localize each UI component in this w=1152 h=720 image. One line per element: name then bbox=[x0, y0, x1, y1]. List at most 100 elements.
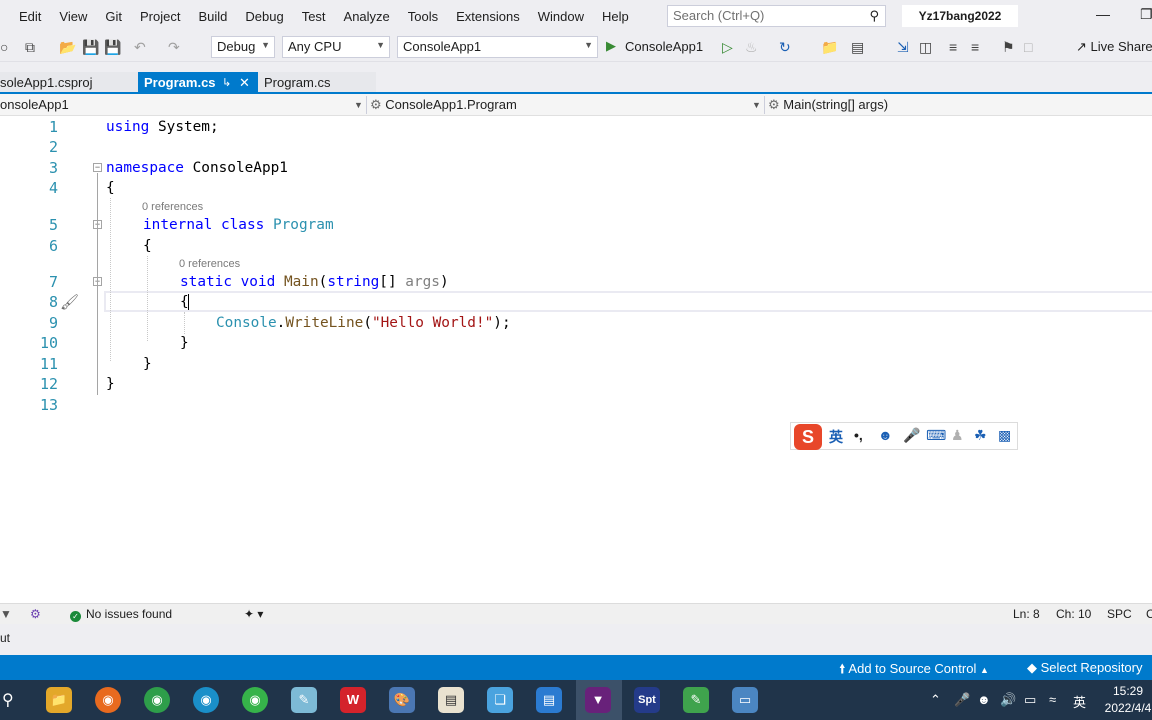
layout-icon[interactable]: ▤ bbox=[851, 39, 864, 55]
snipping-tool-icon[interactable]: ❏ bbox=[487, 687, 513, 713]
step-icon[interactable]: ⇲ bbox=[897, 39, 909, 55]
ime-language-indicator[interactable]: 英 bbox=[1073, 692, 1086, 711]
member-dropdown[interactable]: ⚙ Main(string[] args) bbox=[768, 94, 1152, 116]
chevron-down-icon: ▼ bbox=[261, 40, 270, 50]
startup-project-select[interactable]: ConsoleApp1 ▼ bbox=[397, 36, 598, 58]
menu-project[interactable]: Project bbox=[131, 0, 189, 33]
back-icon[interactable]: ○ bbox=[0, 39, 8, 55]
folder-icon[interactable]: 📁 bbox=[821, 39, 838, 55]
bookmark-icon[interactable]: ⚑ bbox=[1002, 39, 1015, 55]
menu-edit[interactable]: Edit bbox=[0, 0, 50, 33]
collapse-namespace-icon[interactable]: − bbox=[93, 163, 102, 172]
show-hidden-icons-icon[interactable]: ⌃ bbox=[930, 692, 941, 708]
save-all-icon[interactable]: 💾 bbox=[104, 39, 121, 55]
menu-tools[interactable]: Tools bbox=[399, 0, 447, 33]
hot-reload-icon[interactable]: ♨ bbox=[745, 39, 758, 55]
quick-actions-brush-icon[interactable]: 🖌 bbox=[60, 293, 79, 311]
emoji-icon[interactable]: ☻ bbox=[878, 427, 893, 443]
battery-icon[interactable]: ▭ bbox=[1024, 692, 1036, 708]
app-window-icon[interactable]: ▭ bbox=[732, 687, 758, 713]
whitespace-mode[interactable]: SPC bbox=[1107, 607, 1132, 621]
grid-menu-icon[interactable]: ▩ bbox=[998, 427, 1011, 444]
platform-select[interactable]: Any CPU ▼ bbox=[282, 36, 390, 58]
file-explorer-icon[interactable]: 📁 bbox=[46, 687, 72, 713]
add-to-source-control-button[interactable]: 🠙 Add to Source Control ▲ bbox=[839, 660, 989, 682]
live-share-button[interactable]: ↗ Live Share bbox=[1076, 39, 1152, 55]
indent-icon[interactable]: ≡ bbox=[949, 39, 957, 55]
menu-git[interactable]: Git bbox=[96, 0, 131, 33]
menu-analyze[interactable]: Analyze bbox=[335, 0, 399, 33]
keyboard-icon[interactable]: ⌨ bbox=[926, 427, 946, 444]
volume-icon[interactable]: 🔊 bbox=[1000, 692, 1016, 708]
menu-help[interactable]: Help bbox=[593, 0, 638, 33]
sogou-logo[interactable]: S bbox=[794, 424, 822, 450]
menu-debug[interactable]: Debug bbox=[236, 0, 292, 33]
notes-icon[interactable]: ▤ bbox=[438, 687, 464, 713]
undo-icon[interactable]: ↶ bbox=[134, 39, 146, 55]
system-clock[interactable]: 15:29 2022/4/4 bbox=[1098, 683, 1152, 717]
skin-icon[interactable]: ☘ bbox=[974, 427, 987, 444]
menu-test[interactable]: Test bbox=[293, 0, 335, 33]
menu-extensions[interactable]: Extensions bbox=[447, 0, 529, 33]
output-tab[interactable]: ut bbox=[0, 631, 10, 645]
column-indicator[interactable]: Ch: 10 bbox=[1056, 607, 1091, 621]
issues-indicator[interactable]: ✓ No issues found bbox=[70, 607, 172, 622]
microphone-icon[interactable]: 🎤 bbox=[954, 692, 970, 708]
qq-icon[interactable]: ☻ bbox=[977, 692, 991, 707]
wifi-icon[interactable]: ≈ bbox=[1049, 692, 1056, 707]
chrome-icon[interactable]: ◉ bbox=[144, 687, 170, 713]
codelens-references-method[interactable]: 0 references bbox=[179, 258, 240, 270]
punctuation-icon[interactable]: •, bbox=[854, 427, 863, 443]
punctuation: ( bbox=[318, 274, 328, 290]
user-icon[interactable]: ♟ bbox=[951, 427, 964, 444]
project-dropdown[interactable]: onsoleApp1 ▼ bbox=[0, 94, 365, 116]
notepad-icon[interactable]: ✎ bbox=[291, 687, 317, 713]
open-folder-icon[interactable]: 📂 bbox=[59, 39, 76, 55]
compare-icon[interactable]: ◫ bbox=[919, 39, 932, 55]
standard-toolbar: ○ ⧉ 📂 💾 💾 ↶ ↷ Debug ▼ Any CPU ▼ ConsoleA… bbox=[0, 33, 1152, 62]
firefox-icon[interactable]: ◉ bbox=[95, 687, 121, 713]
new-project-icon[interactable]: ⧉ bbox=[25, 39, 35, 55]
restore-icon[interactable]: ❐ bbox=[1140, 6, 1152, 23]
line-ending-indicator[interactable]: C bbox=[1146, 607, 1152, 621]
microphone-icon[interactable]: 🎤 bbox=[903, 427, 920, 444]
configuration-select[interactable]: Debug ▼ bbox=[211, 36, 275, 58]
pin-icon[interactable]: ↳ bbox=[222, 72, 231, 94]
line-number: 8 bbox=[48, 293, 58, 311]
close-icon[interactable]: ✕ bbox=[239, 72, 250, 94]
menu-window[interactable]: Window bbox=[529, 0, 593, 33]
wechat-icon[interactable]: ◉ bbox=[242, 687, 268, 713]
code-editor[interactable]: 🖌 1 2 3 4 5 6 7 8 9 10 11 12 13 − − − us… bbox=[0, 116, 1152, 605]
class-dropdown[interactable]: ⚙ ConsoleApp1.Program ▼ bbox=[370, 94, 762, 116]
paint-icon[interactable]: 🎨 bbox=[389, 687, 415, 713]
wps-icon[interactable]: W bbox=[340, 687, 366, 713]
minimize-icon[interactable]: — bbox=[1096, 6, 1110, 22]
tab-program-cs-preview[interactable]: Program.cs bbox=[258, 72, 376, 94]
line-indicator[interactable]: Ln: 8 bbox=[1013, 607, 1040, 621]
refresh-icon[interactable]: ↻ bbox=[779, 39, 791, 55]
search-icon[interactable]: ⚲ bbox=[2, 690, 14, 710]
ime-language-toggle[interactable]: 英 bbox=[829, 427, 843, 447]
menu-build[interactable]: Build bbox=[189, 0, 236, 33]
zoom-dropdown-icon[interactable]: ▼ bbox=[0, 607, 12, 621]
start-debugging-button[interactable]: ConsoleApp1 bbox=[625, 39, 703, 54]
codelens-references-class[interactable]: 0 references bbox=[142, 201, 203, 213]
outdent-icon[interactable]: ≡ bbox=[971, 39, 979, 55]
search-input[interactable]: Search (Ctrl+Q) ⚲ bbox=[667, 5, 886, 27]
edge-icon[interactable]: ◉ bbox=[193, 687, 219, 713]
excel-icon[interactable]: ✎ bbox=[683, 687, 709, 713]
spt-icon[interactable]: Spt bbox=[634, 687, 660, 713]
code-cleanup-icon[interactable]: ✦ ▾ bbox=[244, 607, 263, 621]
menu-view[interactable]: View bbox=[50, 0, 96, 33]
visual-studio-icon[interactable]: ▼ bbox=[585, 687, 611, 713]
intellicode-icon[interactable]: ⚙ bbox=[30, 607, 41, 621]
tab-csproj[interactable]: soleApp1.csproj bbox=[0, 72, 138, 94]
redo-icon[interactable]: ↷ bbox=[168, 39, 180, 55]
select-repository-button[interactable]: ◆ Select Repository bbox=[1027, 660, 1143, 676]
start-without-debugging-icon[interactable]: ▷ bbox=[722, 39, 733, 55]
comment-icon[interactable]: □ bbox=[1024, 39, 1032, 55]
tab-program-cs-active[interactable]: Program.cs ↳ ✕ bbox=[138, 72, 258, 94]
save-icon[interactable]: 💾 bbox=[82, 39, 99, 55]
start-debugging-icon[interactable]: ▶ bbox=[606, 38, 616, 54]
word-icon[interactable]: ▤ bbox=[536, 687, 562, 713]
